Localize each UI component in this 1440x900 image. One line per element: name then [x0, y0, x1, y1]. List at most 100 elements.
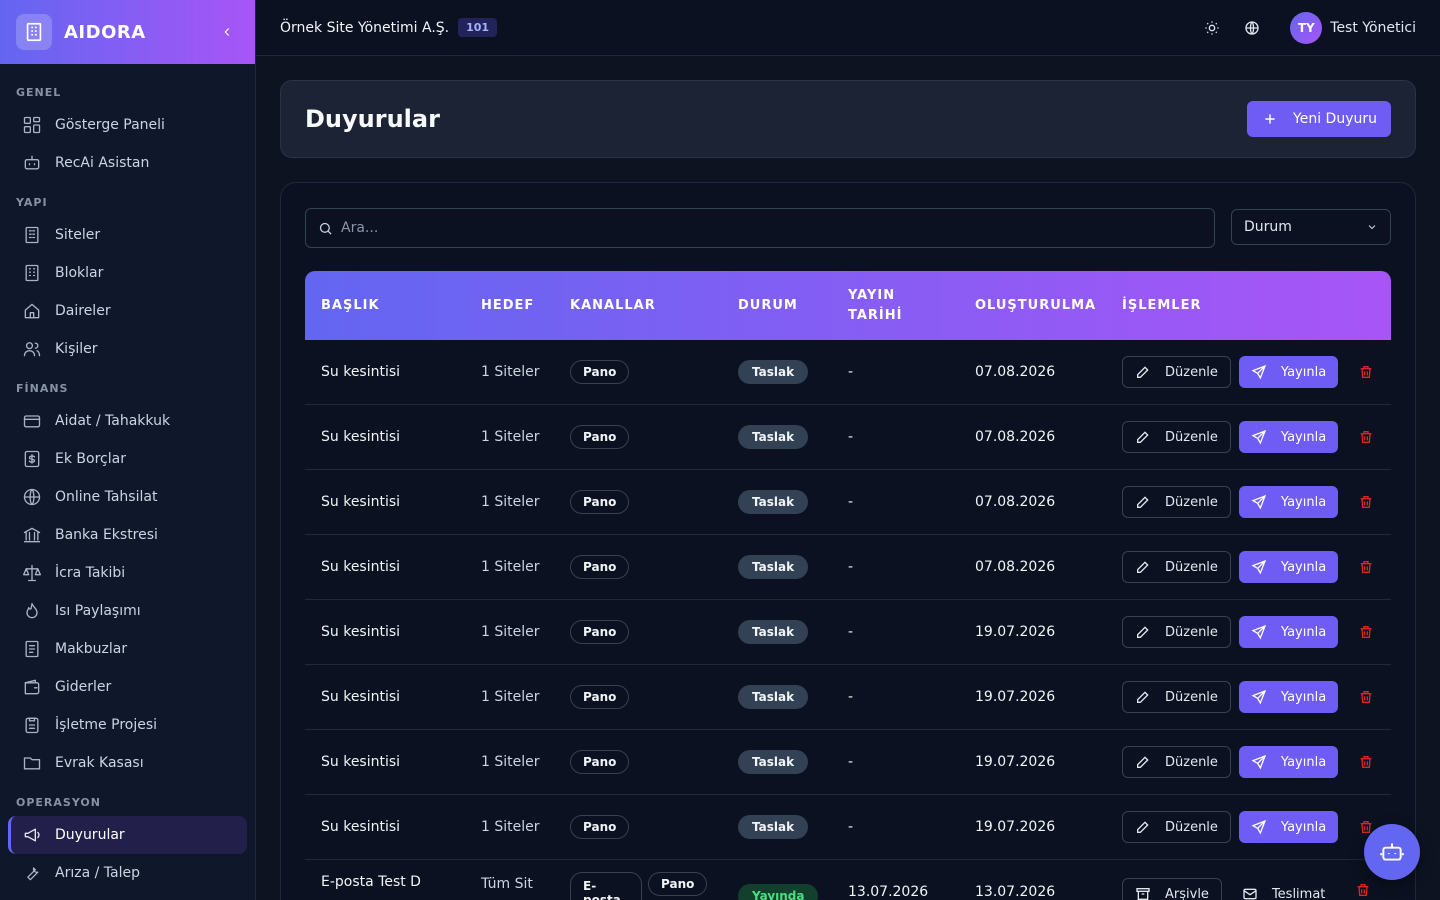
delete-button[interactable] [1351, 878, 1375, 900]
new-announcement-button[interactable]: Yeni Duyuru [1247, 101, 1391, 137]
sidebar-item-label: İcra Takibi [55, 565, 126, 581]
send-icon [1251, 819, 1267, 835]
status-cell: Taslak [738, 405, 809, 469]
building-logo-icon [16, 14, 52, 50]
send-icon [1251, 429, 1267, 445]
mail-icon [1243, 888, 1257, 900]
sidebar-item-giderler[interactable]: Giderler [8, 668, 247, 706]
send-icon [1251, 689, 1267, 705]
sidebar-item-ek-bor-lar[interactable]: Ek Borçlar [8, 440, 247, 478]
created-date: 07.08.2026 [975, 559, 1056, 575]
edit-button[interactable]: Düzenle [1122, 746, 1231, 778]
pencil-icon [1137, 691, 1149, 703]
edit-button[interactable]: Düzenle [1122, 486, 1231, 518]
action-label: Yayınla [1280, 819, 1327, 835]
sidebar-item-banka-ekstresi[interactable]: Banka Ekstresi [8, 516, 247, 554]
status-cell: Taslak [738, 730, 809, 794]
publish-button[interactable]: Yayınla [1238, 616, 1339, 648]
receipt-icon [25, 640, 39, 658]
edit-button[interactable]: Düzenle [1122, 551, 1231, 583]
theme-toggle-button[interactable] [1196, 12, 1228, 44]
publish-button[interactable]: Yayınla [1238, 551, 1339, 583]
globe-icon [23, 488, 41, 506]
avatar: TY [1290, 11, 1323, 44]
announcement-title: Su kesintisi [321, 819, 401, 835]
table-row: Su kesintisi 1 Siteler Pano Taslak - 07.08.20… [305, 405, 1391, 470]
sidebar-item-duyurular[interactable]: Duyurular [8, 816, 247, 854]
delete-button[interactable] [1354, 620, 1378, 644]
sidebar-item-ki-iler[interactable]: Kişiler [8, 330, 247, 368]
announcement-title: Su kesintisi [321, 364, 401, 380]
column-header: DURUM [738, 297, 798, 313]
trash-icon [1360, 431, 1372, 443]
status-filter-select[interactable]: Durum [1231, 209, 1391, 245]
status-cell: Yayında [738, 860, 819, 900]
sidebar-item-label: Duyurular [55, 827, 125, 843]
status-badge: Taslak [738, 685, 809, 709]
dollar-icon [24, 450, 40, 468]
status-badge: Taslak [738, 555, 809, 579]
channel-badge: Pano [570, 620, 630, 644]
sidebar-item-aidat-tahakkuk[interactable]: Aidat / Tahakkuk [8, 402, 247, 440]
sidebar: AIDORA GENEL Gösterge Paneli RecAi Asistan… [0, 0, 256, 900]
column-header: OLUŞTURULMA [975, 297, 1097, 313]
megaphone-icon [24, 828, 40, 842]
table-header: BAŞLIK HEDEF KANALLAR DURUM YAYIN TARİHİ OLUŞ… [305, 271, 1391, 340]
status-cell: Taslak [738, 600, 809, 664]
sidebar-item-evrak-kasas-[interactable]: Evrak Kasası [8, 744, 247, 782]
sidebar-item-makbuzlar[interactable]: Makbuzlar [8, 630, 247, 668]
edit-button[interactable]: Düzenle [1122, 811, 1231, 843]
home-icon [24, 303, 40, 319]
delivery-button[interactable]: Teslimat [1230, 878, 1337, 900]
publish-button[interactable]: Yayınla [1238, 681, 1339, 713]
status-badge: Taslak [738, 620, 809, 644]
action-label: Düzenle [1165, 494, 1218, 510]
sidebar-item-i-cra-takibi[interactable]: İcra Takibi [8, 554, 247, 592]
sidebar-item-is-payla-m-[interactable]: Isı Paylaşımı [8, 592, 247, 630]
action-label: Düzenle [1165, 364, 1218, 380]
sidebar-item-g-sterge-paneli[interactable]: Gösterge Paneli [8, 106, 247, 144]
user-menu[interactable]: TY Test Yönetici [1290, 11, 1416, 44]
archive-button[interactable]: Arşivle [1122, 878, 1222, 900]
search-icon [319, 222, 332, 235]
sidebar-item-online-tahsilat[interactable]: Online Tahsilat [8, 478, 247, 516]
edit-button[interactable]: Düzenle [1122, 356, 1231, 388]
building-icon [25, 226, 39, 244]
brand-header: AIDORA [0, 0, 255, 64]
sidebar-item-i-letme-projesi[interactable]: İşletme Projesi [8, 706, 247, 744]
delete-button[interactable] [1354, 555, 1378, 579]
clipboard-icon [25, 717, 39, 734]
pencil-icon [1137, 496, 1149, 508]
edit-button[interactable]: Düzenle [1122, 681, 1231, 713]
sidebar-item-recai-asistan[interactable]: RecAi Asistan [8, 144, 247, 182]
actions-cell: Arşivle Teslimat [1122, 860, 1375, 900]
publish-button[interactable]: Yayınla [1238, 811, 1339, 843]
search-input[interactable] [341, 220, 1141, 236]
table-row: Su kesintisi 1 Siteler Pano Taslak - 07.08.20… [305, 340, 1391, 405]
channel-badge: Pano [570, 815, 630, 839]
language-button[interactable] [1236, 12, 1268, 44]
assistant-fab-button[interactable] [1364, 824, 1420, 880]
block-icon [25, 264, 39, 282]
delete-button[interactable] [1354, 685, 1378, 709]
delete-button[interactable] [1354, 490, 1378, 514]
announcements-table: BAŞLIK HEDEF KANALLAR DURUM YAYIN TARİHİ OLUŞ… [305, 271, 1391, 900]
delete-button[interactable] [1354, 750, 1378, 774]
sidebar-item-ar-za-talep[interactable]: Arıza / Talep [8, 854, 247, 892]
publish-button[interactable]: Yayınla [1238, 746, 1339, 778]
collapse-sidebar-button[interactable] [215, 20, 239, 44]
publish-button[interactable]: Yayınla [1238, 486, 1339, 518]
publish-button[interactable]: Yayınla [1238, 356, 1339, 388]
channels-cell: E-posta Pano [570, 860, 713, 900]
delete-button[interactable] [1354, 360, 1378, 384]
actions-cell: Düzenle Yayınla [1122, 600, 1378, 664]
edit-button[interactable]: Düzenle [1122, 421, 1231, 453]
archive-icon [1136, 888, 1150, 900]
sidebar-item-siteler[interactable]: Siteler [8, 216, 247, 254]
trash-icon [1360, 561, 1372, 573]
delete-button[interactable] [1354, 425, 1378, 449]
sidebar-item-daireler[interactable]: Daireler [8, 292, 247, 330]
sidebar-item-bloklar[interactable]: Bloklar [8, 254, 247, 292]
publish-button[interactable]: Yayınla [1238, 421, 1339, 453]
edit-button[interactable]: Düzenle [1122, 616, 1231, 648]
